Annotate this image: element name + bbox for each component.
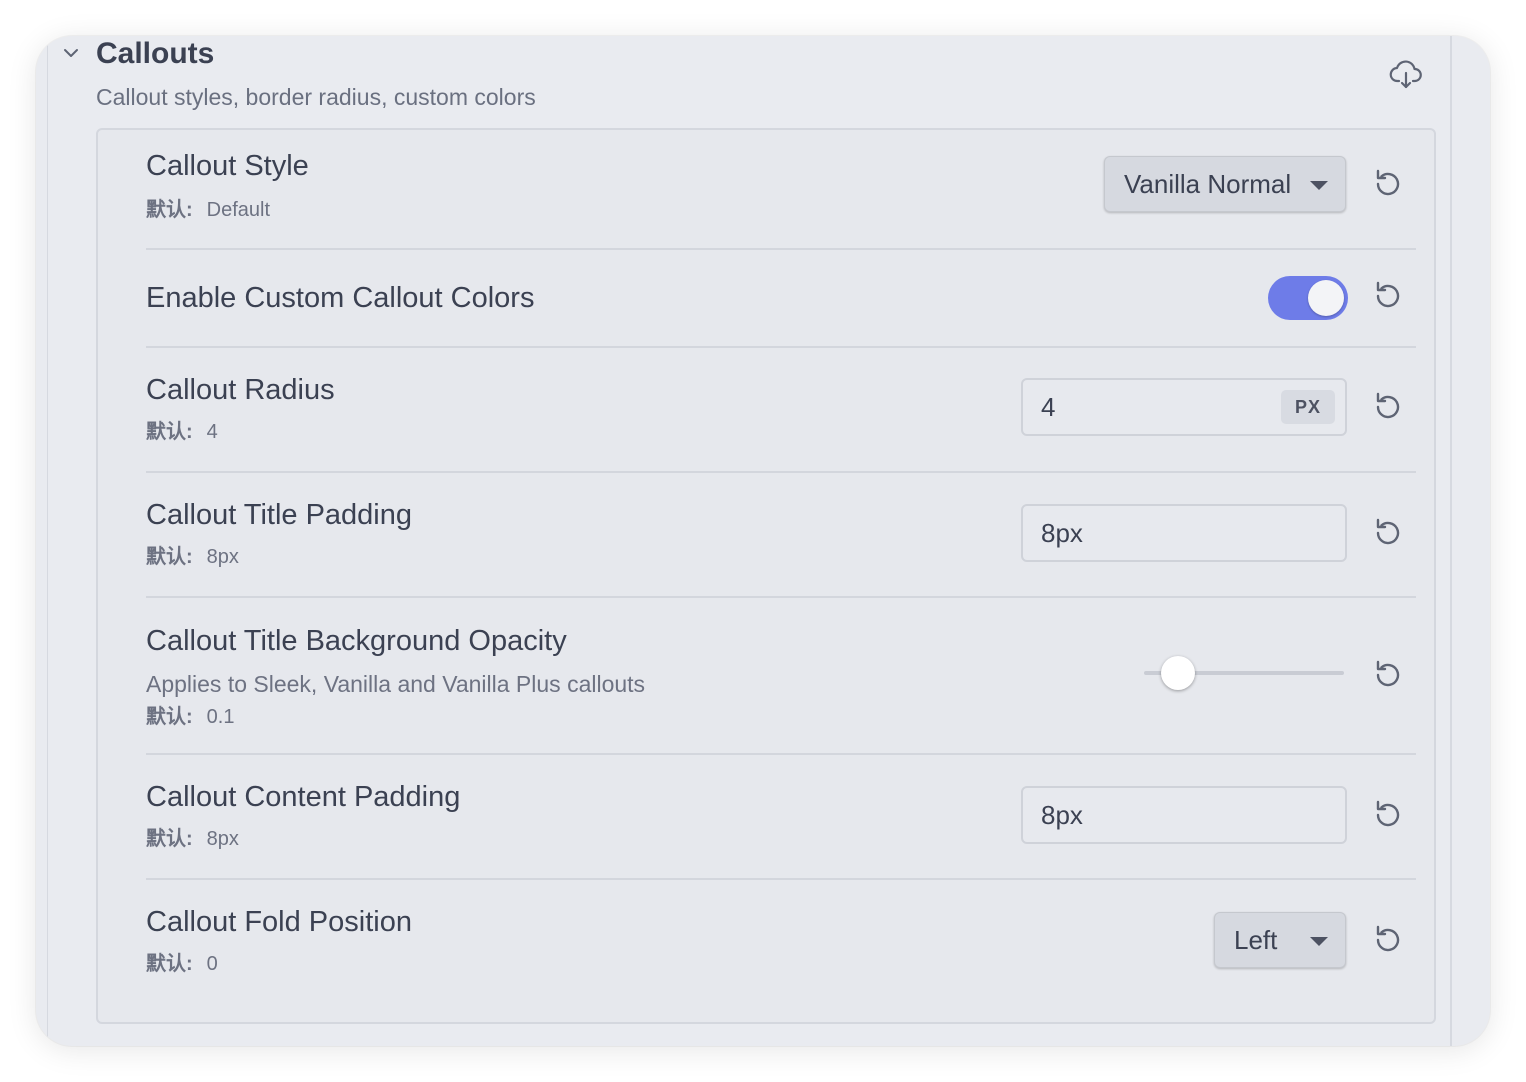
content-padding-input[interactable]: 8px bbox=[1021, 786, 1347, 844]
setting-title: Callout Title Background Opacity bbox=[146, 625, 567, 657]
setting-title: Callout Style bbox=[146, 150, 309, 182]
reset-icon[interactable] bbox=[1370, 797, 1406, 833]
default-value: 8px bbox=[206, 546, 239, 568]
settings-window: Callouts Callout styles, border radius, … bbox=[36, 36, 1490, 1046]
fold-position-dropdown[interactable]: Left bbox=[1214, 912, 1346, 968]
setting-default: 默认: 0.1 bbox=[146, 704, 234, 730]
default-value: 4 bbox=[206, 421, 218, 443]
callout-style-dropdown[interactable]: Vanilla Normal bbox=[1104, 156, 1346, 212]
scrollbar-track[interactable] bbox=[1450, 36, 1452, 1046]
title-padding-input[interactable]: 8px bbox=[1021, 504, 1347, 562]
callout-radius-input[interactable]: 4 PX bbox=[1021, 378, 1347, 436]
setting-row-title-padding: Callout Title Padding 默认: 8px 8px bbox=[146, 473, 1416, 598]
reset-icon[interactable] bbox=[1370, 278, 1406, 314]
setting-row-title-bg-opacity: Callout Title Background Opacity Applies… bbox=[146, 598, 1416, 755]
setting-title: Callout Radius bbox=[146, 374, 335, 406]
default-label: 默认: bbox=[146, 953, 193, 975]
slider-thumb[interactable] bbox=[1160, 656, 1195, 690]
input-value: 8px bbox=[1041, 800, 1083, 830]
setting-title: Callout Fold Position bbox=[146, 906, 412, 938]
default-label: 默认: bbox=[146, 546, 193, 568]
section-subtitle: Callout styles, border radius, custom co… bbox=[96, 84, 536, 110]
setting-row-content-padding: Callout Content Padding 默认: 8px 8px bbox=[146, 755, 1416, 880]
default-value: 8px bbox=[206, 828, 239, 850]
setting-default: 默认: 0 bbox=[146, 951, 218, 977]
setting-default: 默认: Default bbox=[146, 197, 270, 223]
chevron-down-icon[interactable] bbox=[60, 42, 82, 64]
caret-down-icon bbox=[1310, 181, 1328, 190]
setting-description: Applies to Sleek, Vanilla and Vanilla Pl… bbox=[146, 671, 646, 697]
setting-row-callout-radius: Callout Radius 默认: 4 4 PX bbox=[146, 348, 1416, 473]
dropdown-value: Left bbox=[1234, 925, 1278, 955]
cloud-download-icon[interactable] bbox=[1388, 56, 1424, 92]
input-value: 8px bbox=[1041, 518, 1083, 548]
default-value: 0.1 bbox=[206, 706, 235, 728]
reset-icon[interactable] bbox=[1370, 515, 1406, 551]
reset-icon[interactable] bbox=[1370, 389, 1406, 425]
caret-down-icon bbox=[1310, 937, 1328, 946]
left-divider bbox=[47, 36, 48, 1046]
setting-title: Callout Title Padding bbox=[146, 499, 412, 531]
default-label: 默认: bbox=[146, 828, 193, 850]
default-value: 0 bbox=[206, 953, 218, 975]
opacity-slider[interactable] bbox=[1144, 656, 1344, 690]
default-value: Default bbox=[206, 199, 271, 221]
setting-default: 默认: 8px bbox=[146, 544, 239, 570]
default-label: 默认: bbox=[146, 421, 193, 443]
reset-icon[interactable] bbox=[1370, 166, 1406, 202]
setting-title: Enable Custom Callout Colors bbox=[146, 282, 535, 314]
toggle-knob bbox=[1308, 280, 1344, 316]
reset-icon[interactable] bbox=[1370, 657, 1406, 693]
default-label: 默认: bbox=[146, 706, 193, 728]
setting-row-custom-colors: Enable Custom Callout Colors bbox=[146, 248, 1416, 348]
unit-badge: PX bbox=[1280, 390, 1335, 424]
setting-title: Callout Content Padding bbox=[146, 781, 461, 813]
dropdown-value: Vanilla Normal bbox=[1124, 169, 1292, 199]
setting-default: 默认: 8px bbox=[146, 826, 239, 852]
section-title: Callouts bbox=[96, 37, 215, 70]
setting-row-fold-position: Callout Fold Position 默认: 0 Left bbox=[146, 880, 1416, 1020]
setting-row-callout-style: Callout Style 默认: Default Vanilla Normal bbox=[146, 130, 1416, 250]
setting-default: 默认: 4 bbox=[146, 419, 218, 445]
default-label: 默认: bbox=[146, 199, 193, 221]
reset-icon[interactable] bbox=[1370, 922, 1406, 958]
input-value: 4 bbox=[1041, 392, 1056, 422]
custom-colors-toggle[interactable] bbox=[1268, 276, 1348, 320]
settings-panel: Callout Style 默认: Default Vanilla Normal … bbox=[96, 128, 1436, 1024]
